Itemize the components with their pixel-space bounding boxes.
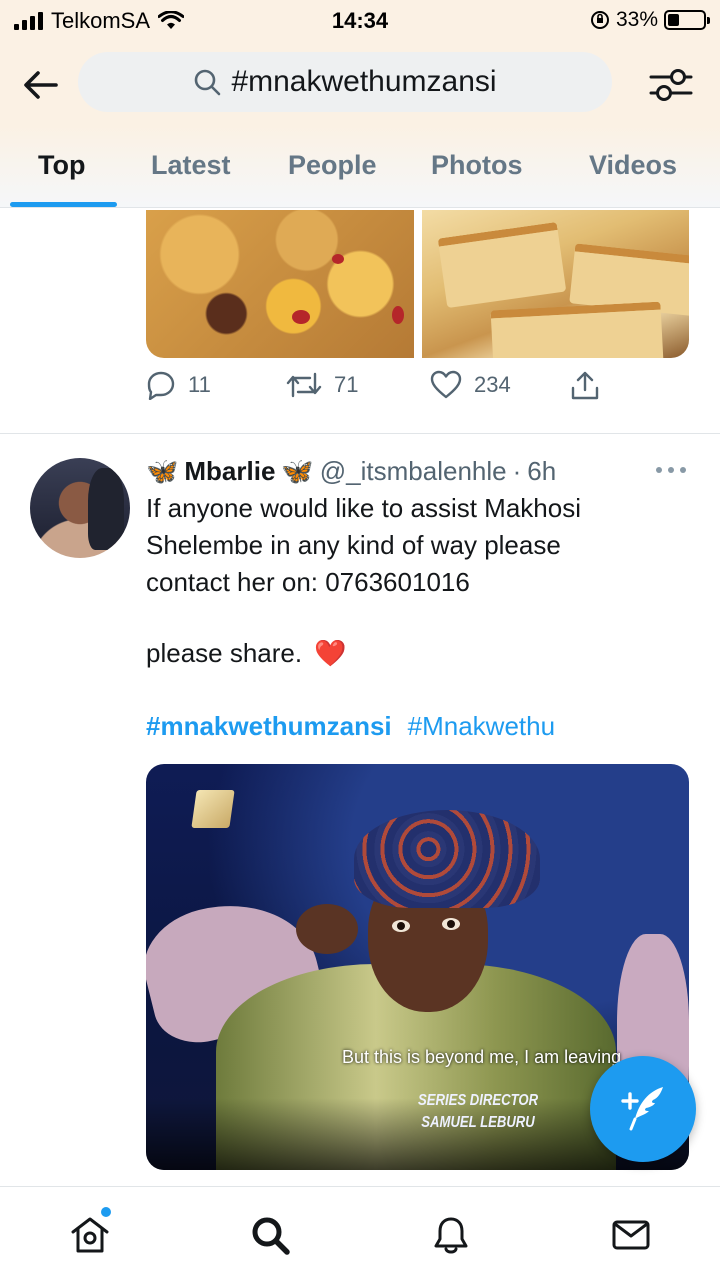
tab-top[interactable]: Top bbox=[38, 150, 85, 181]
tweet-hashtags: #mnakwethumzansi #Mnakwethu bbox=[146, 711, 555, 742]
video-credit: SERIES DIRECTOR SAMUEL LEBURU bbox=[418, 1090, 538, 1134]
tab-people[interactable]: People bbox=[288, 150, 377, 181]
retweet-button[interactable]: 71 bbox=[286, 370, 358, 400]
status-right: 33% bbox=[590, 8, 710, 32]
user-handle[interactable]: @_itsmbalenhle bbox=[320, 456, 507, 487]
share-text: please share. bbox=[146, 638, 303, 668]
video-credit-title: SERIES DIRECTOR bbox=[418, 1092, 539, 1109]
avatar-detail bbox=[88, 468, 124, 550]
photo-detail bbox=[490, 301, 663, 358]
search-input[interactable]: #mnakwethumzansi bbox=[78, 52, 612, 112]
home-icon bbox=[71, 1217, 109, 1253]
photo-detail bbox=[292, 310, 310, 324]
tweet-media-grid bbox=[146, 210, 689, 358]
search-query: #mnakwethumzansi bbox=[231, 65, 497, 98]
butterfly-emoji-left: 🦋 bbox=[146, 455, 179, 486]
more-options-icon[interactable] bbox=[656, 460, 686, 480]
orientation-lock-icon bbox=[590, 11, 609, 29]
tweet-text: If anyone would like to assist Makhosi S… bbox=[146, 490, 686, 601]
search-icon bbox=[195, 69, 221, 96]
heart-icon bbox=[430, 370, 462, 399]
channel-logo bbox=[191, 790, 235, 828]
red-heart-emoji: ❤️ bbox=[314, 638, 347, 668]
meta-separator: · bbox=[512, 455, 522, 486]
search-icon bbox=[252, 1217, 290, 1255]
nav-home[interactable] bbox=[68, 1213, 112, 1257]
butterfly-emoji-right: 🦋 bbox=[281, 455, 314, 486]
hashtag-link[interactable]: #mnakwethumzansi bbox=[146, 711, 392, 742]
battery-percent: 33% bbox=[615, 8, 658, 31]
tweet-text-line: If anyone would like to assist Makhosi bbox=[146, 493, 581, 523]
tweet-text-line: Shelembe in any kind of way please bbox=[146, 530, 561, 560]
retweet-count: 71 bbox=[334, 372, 359, 397]
photo-detail bbox=[332, 254, 344, 264]
reply-count: 11 bbox=[188, 372, 211, 397]
tweet-divider bbox=[0, 433, 720, 434]
tweet-photo-cake[interactable] bbox=[421, 210, 689, 358]
tab-videos[interactable]: Videos bbox=[589, 150, 677, 181]
active-tab-indicator bbox=[10, 202, 117, 207]
share-icon bbox=[571, 371, 599, 400]
like-count: 234 bbox=[474, 372, 511, 397]
tweet-time: 6h bbox=[527, 455, 557, 486]
battery-icon bbox=[664, 10, 710, 30]
back-button[interactable] bbox=[18, 62, 64, 108]
share-button[interactable] bbox=[570, 370, 600, 402]
sliders-icon bbox=[649, 69, 693, 101]
video-detail bbox=[296, 904, 358, 954]
bottom-navigation bbox=[0, 1186, 720, 1280]
status-bar: TelkomSA 14:34 33% bbox=[0, 0, 720, 44]
tweet-share-line: please share. ❤️ bbox=[146, 638, 346, 669]
bell-icon bbox=[434, 1217, 468, 1254]
compose-tweet-button[interactable] bbox=[590, 1056, 696, 1162]
mail-icon bbox=[612, 1220, 650, 1250]
tab-latest[interactable]: Latest bbox=[151, 150, 231, 181]
avatar[interactable] bbox=[30, 458, 130, 558]
reply-button[interactable]: 11 bbox=[146, 370, 211, 400]
nav-notifications[interactable] bbox=[429, 1213, 473, 1257]
photo-detail bbox=[392, 306, 404, 324]
hashtag-link[interactable]: #Mnakwethu bbox=[408, 711, 555, 742]
back-arrow-icon bbox=[24, 71, 58, 99]
nav-search[interactable] bbox=[248, 1213, 292, 1257]
photo-detail bbox=[437, 221, 566, 309]
tweet-photo-biscuits[interactable] bbox=[146, 210, 414, 358]
battery-level bbox=[668, 14, 680, 26]
search-tabs: Top Latest People Photos Videos bbox=[0, 126, 720, 208]
video-subtitle: But this is beyond me, I am leaving bbox=[342, 1047, 622, 1067]
display-name[interactable]: Mbarlie bbox=[184, 456, 275, 487]
like-button[interactable]: 234 bbox=[430, 370, 511, 400]
tweet-text-line: contact her on: 0763601016 bbox=[146, 567, 470, 597]
search-filter-button[interactable] bbox=[646, 60, 696, 110]
notification-dot bbox=[101, 1207, 111, 1217]
nav-messages[interactable] bbox=[609, 1213, 653, 1257]
video-credit-name: SAMUEL LEBURU bbox=[421, 1114, 535, 1131]
tweet-header: 🦋 Mbarlie 🦋 @_itsmbalenhle · 6h bbox=[146, 452, 686, 490]
feather-plus-icon bbox=[621, 1087, 663, 1131]
tweet-actions: 11 71 234 bbox=[146, 370, 606, 412]
tab-photos[interactable]: Photos bbox=[431, 150, 523, 181]
retweet-icon bbox=[286, 372, 322, 398]
search-header: #mnakwethumzansi bbox=[0, 44, 720, 126]
video-detail bbox=[354, 810, 540, 908]
reply-icon bbox=[147, 371, 175, 400]
